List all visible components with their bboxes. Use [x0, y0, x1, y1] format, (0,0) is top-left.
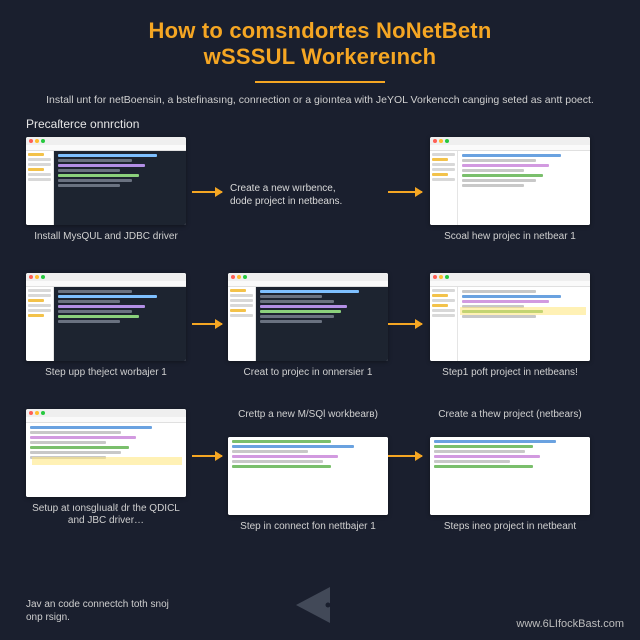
- screenshot-thumb: [228, 273, 388, 361]
- mid-1: Create a new wırbence, dode project in n…: [228, 137, 388, 255]
- title-line-1: How to comsndortes NoNetBetn: [149, 18, 492, 43]
- page-title: How to comsndortes NoNetBetn wSSSUL Work…: [26, 18, 614, 71]
- intro-text: Install unt for netBoensin, a bstefinası…: [26, 93, 614, 107]
- caption-2-3: Step1 poft project in netbeans!: [430, 367, 590, 391]
- screenshot-thumb: [228, 437, 388, 515]
- title-underline: [255, 81, 385, 83]
- tile-2-1: Step upp theject worbajer 1: [26, 273, 186, 391]
- tile-3-2: Crettp a new M/SQl workbearв) Step in co…: [228, 409, 388, 545]
- caption-2-2: Creat to projec in onnersier 1: [228, 367, 388, 391]
- tile-2-3: Step1 poft project in netbeans!: [430, 273, 590, 391]
- screenshot-thumb: [26, 137, 186, 225]
- arrow-icon: [192, 323, 222, 325]
- caption-2-1: Step upp theject worbajer 1: [26, 367, 186, 391]
- bottom-note: Jav an code connectch toth snoj onp rsig…: [26, 599, 176, 624]
- mid-caption-1b: dode project in netbeans.: [230, 196, 342, 209]
- mid-caption-1a: Create a new wırbence,: [230, 183, 336, 196]
- screenshot-thumb: [430, 273, 590, 361]
- caption-3-3-top: Create a thew project (netbears): [430, 409, 590, 433]
- caption-3-1: Setup at ıonsglıualℓ dr the QDICL and JB…: [26, 503, 186, 527]
- arrow-icon: [388, 191, 422, 193]
- site-url: www.6LIfockBast.com: [516, 618, 624, 630]
- caption-3-2-top: Crettp a new M/SQl workbearв): [228, 409, 388, 433]
- tile-3-1: Setup at ıonsglıualℓ dr the QDICL and JB…: [26, 409, 186, 545]
- tile-3-3: Create a thew project (netbears) Steps i…: [430, 409, 590, 545]
- arrow-icon: [192, 191, 222, 193]
- section-label: Precaſterce onnrction: [26, 117, 614, 131]
- cursor-icon: [285, 580, 355, 630]
- tile-1-3: Scoal hew projec in netbear 1: [430, 137, 590, 255]
- caption-3-3: Steps ineo project in netbeant: [430, 521, 590, 545]
- screenshot-thumb: [26, 409, 186, 497]
- arrow-icon: [388, 323, 422, 325]
- tile-1-1: Install MysQUL and JDBC driver: [26, 137, 186, 255]
- arrow-icon: [192, 455, 222, 457]
- screenshot-thumb: [430, 437, 590, 515]
- title-line-2: wSSSUL Workereınch: [204, 44, 437, 69]
- screenshot-thumb: [430, 137, 590, 225]
- caption-1-1: Install MysQUL and JDBC driver: [26, 231, 186, 255]
- caption-3-2: Step in connect fon nettbajer 1: [228, 521, 388, 545]
- caption-1-3: Scoal hew projec in netbear 1: [430, 231, 590, 255]
- arrow-icon: [388, 455, 422, 457]
- steps-grid: Install MysQUL and JDBC driver Create a …: [26, 137, 614, 545]
- tile-2-2: Creat to projec in onnersier 1: [228, 273, 388, 391]
- screenshot-thumb: [26, 273, 186, 361]
